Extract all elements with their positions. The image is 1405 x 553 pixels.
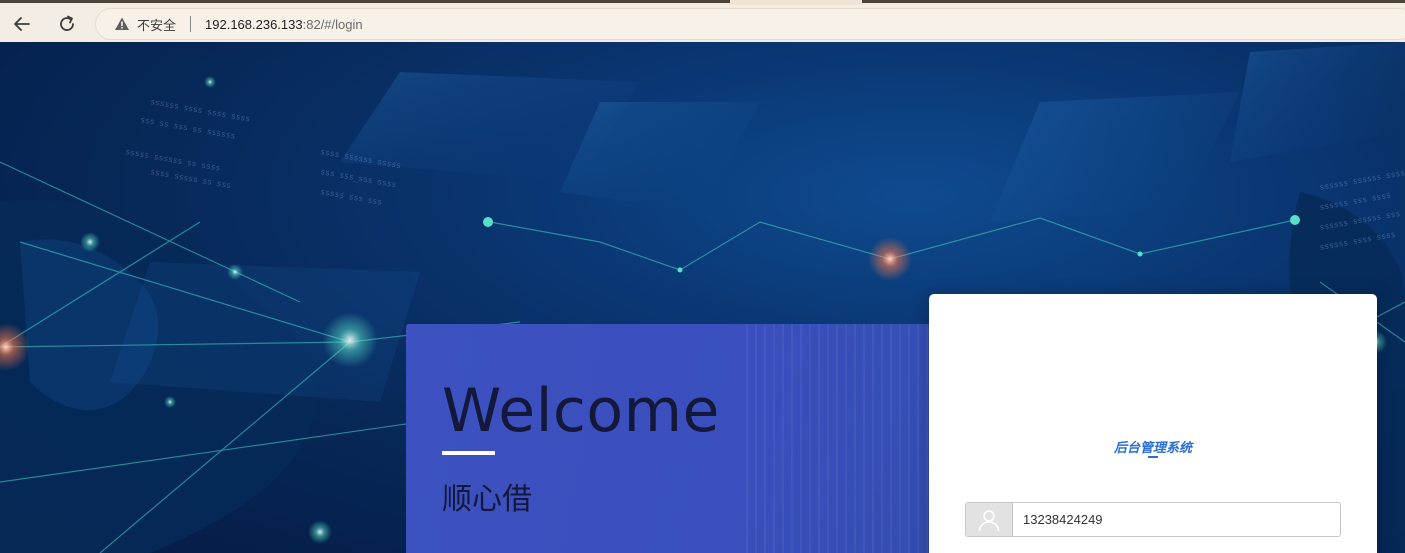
security-status-label[interactable]: 不安全: [137, 15, 176, 34]
svg-text:sssss ssssss ss ssss: sssss ssssss ss ssss: [125, 147, 222, 173]
arrow-left-icon: [14, 17, 30, 31]
svg-text:sss sss_sss ssss: sss sss_sss ssss: [320, 167, 398, 189]
svg-text:ssssss sss ssss: ssssss sss ssss: [1319, 191, 1392, 212]
username-input[interactable]: [1013, 503, 1340, 536]
login-card: 后台管理系统: [929, 294, 1377, 553]
address-bar[interactable]: 不安全 192.168.236.133:82/#/login: [95, 8, 1405, 40]
active-tab-edge: [730, 0, 862, 5]
address-divider: [190, 16, 192, 32]
welcome-subtitle: 顺心借: [442, 482, 532, 517]
warning-triangle-icon[interactable]: [114, 16, 130, 32]
url-host: 192.168.236.133: [205, 16, 303, 32]
svg-text:ssssss ssssss ssss: ssssss ssssss ssss: [1319, 168, 1405, 192]
system-title-mark: [1148, 456, 1158, 458]
svg-text:sss ss sss ss ssssss: sss ss sss ss ssssss: [140, 115, 237, 141]
username-addon: [966, 503, 1013, 536]
browser-toolbar: 不安全 192.168.236.133:82/#/login: [0, 0, 1405, 42]
login-page-background: ssssss ssss ssss ssss sss ss sss ss ssss…: [0, 42, 1405, 553]
welcome-panel: Welcome 顺心借: [406, 324, 966, 553]
svg-text:sssss sss sss: sssss sss sss: [320, 187, 383, 207]
user-icon: [978, 509, 1000, 531]
url-path: :82/#/login: [302, 16, 363, 32]
reload-button[interactable]: [53, 10, 81, 38]
reload-icon: [60, 15, 74, 31]
welcome-title: Welcome: [442, 376, 720, 446]
system-title-logo: 后台管理系统: [1113, 441, 1192, 456]
welcome-underline: [442, 451, 495, 455]
back-button[interactable]: [8, 10, 36, 38]
username-field[interactable]: [965, 502, 1341, 537]
